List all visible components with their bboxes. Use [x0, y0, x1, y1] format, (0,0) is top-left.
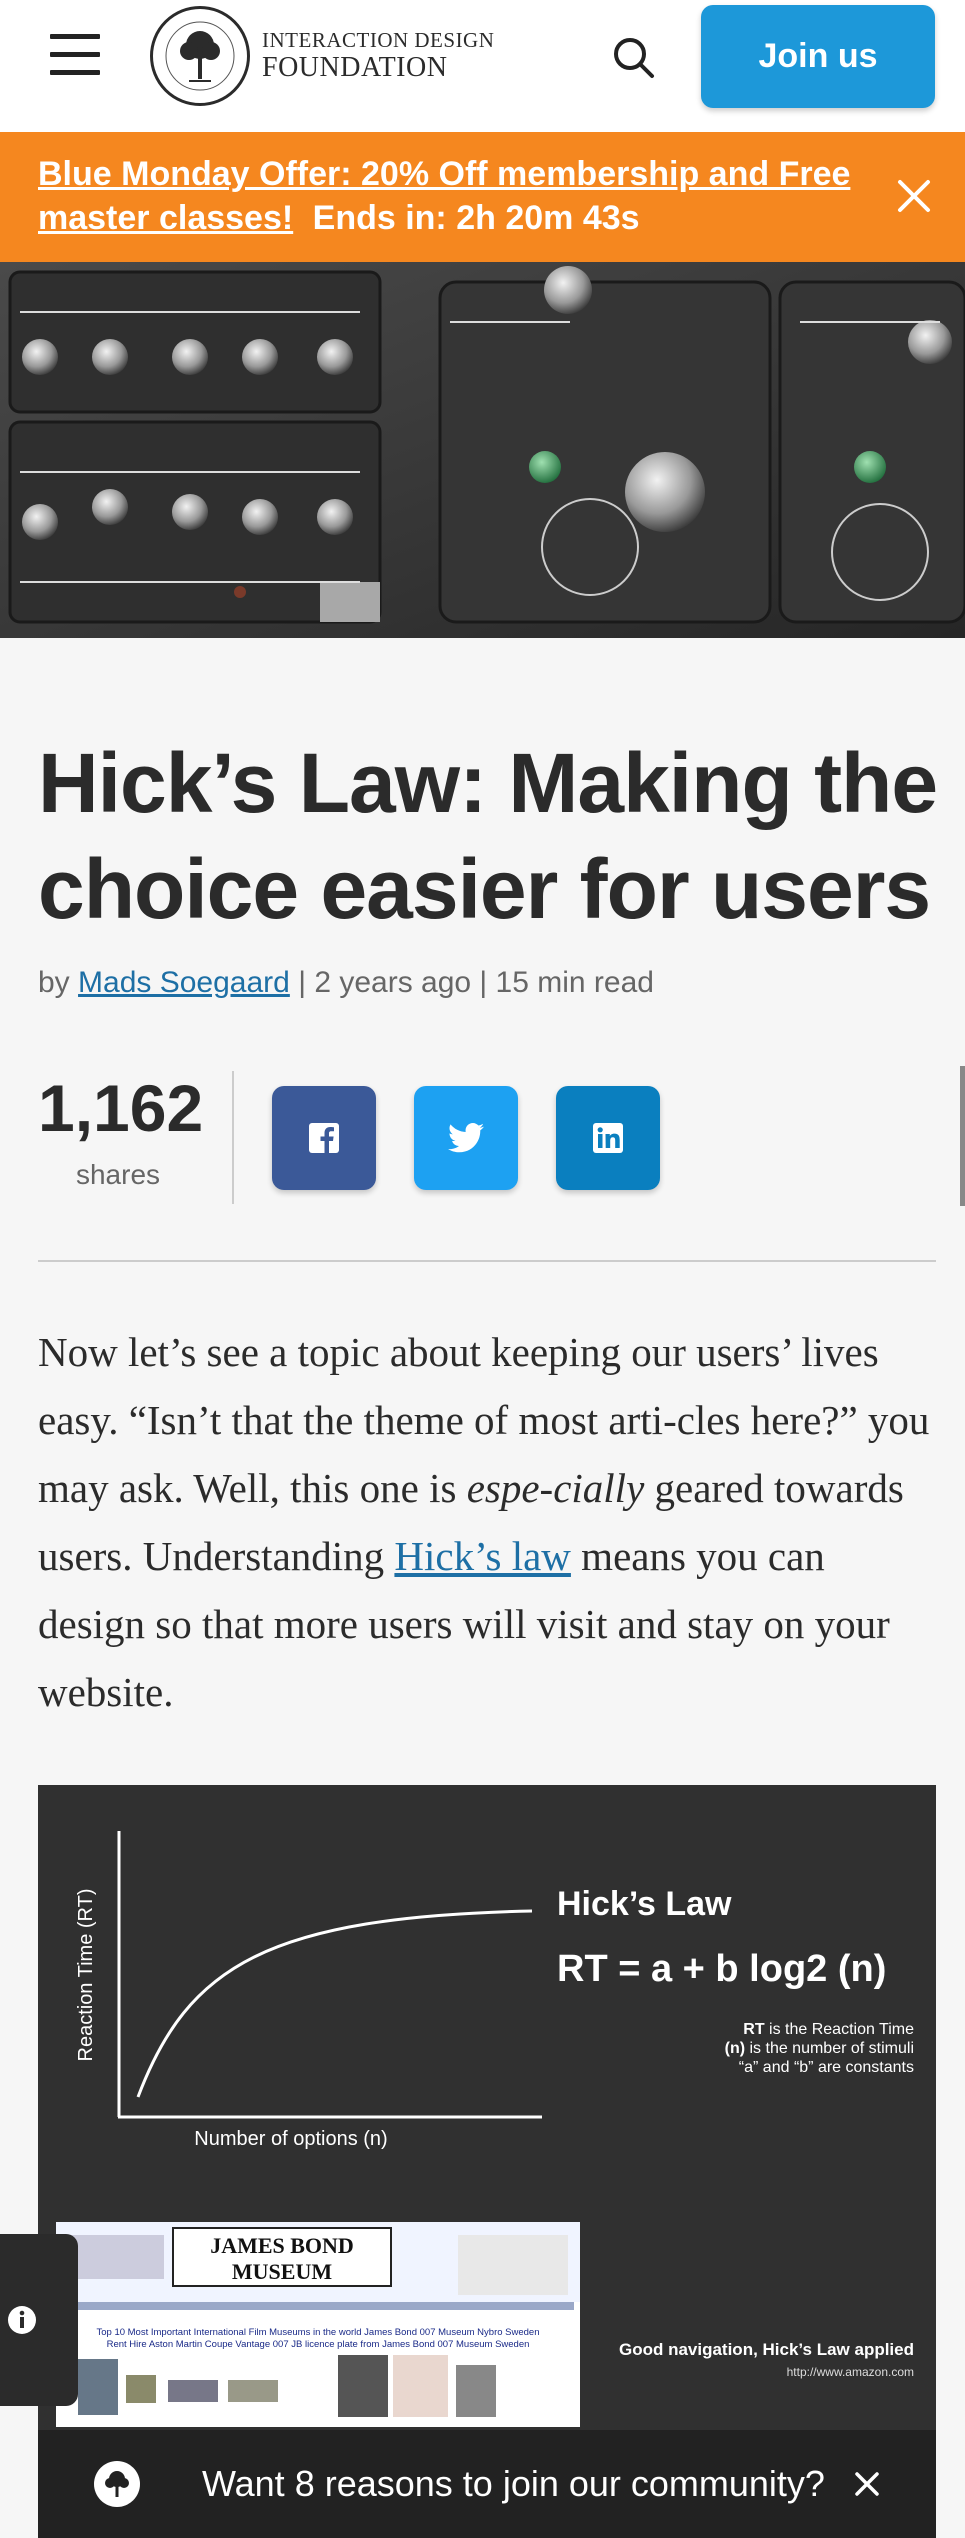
hero-image [0, 262, 965, 638]
close-icon[interactable] [854, 2471, 880, 2497]
graph-curve [136, 1909, 533, 2098]
site-header: INTERACTION DESIGN FOUNDATION Join us [0, 0, 965, 132]
hicks-law-link[interactable]: Hick’s law [394, 1533, 571, 1579]
legend-n: (n) [725, 2040, 745, 2057]
scroll-indicator [960, 1066, 965, 1206]
linkedin-icon [593, 1123, 623, 1153]
figure-caption: Good navigation, Hick’s Law applied [619, 2340, 914, 2359]
menu-icon[interactable] [50, 34, 100, 80]
facebook-icon [309, 1123, 339, 1153]
info-tab[interactable] [0, 2234, 78, 2406]
twitter-icon [448, 1123, 484, 1153]
close-icon[interactable] [896, 178, 932, 214]
promo-countdown: Ends in: 2h 20m 43s [312, 199, 640, 237]
hicks-law-figure: Reaction Time (RT) Number of options (n)… [38, 1785, 936, 2538]
logo[interactable]: INTERACTION DESIGN FOUNDATION [150, 6, 494, 106]
logo-line-1: INTERACTION DESIGN [262, 28, 495, 52]
museum-line-2: Rent Hire Aston Martin Coupe Vantage 007… [107, 2339, 530, 2350]
divider [38, 1260, 936, 1262]
figure-source: http://www.amazon.com [787, 2365, 914, 2379]
community-logo-icon [94, 2461, 140, 2507]
community-prompt-text: Want 8 reasons to join our community? [202, 2463, 825, 2504]
museum-title-1: JAMES BOND [210, 2233, 354, 2258]
legend-rt-text: is the Reaction Time [765, 2021, 915, 2038]
search-icon[interactable] [610, 34, 658, 82]
legend-rt: RT [743, 2021, 765, 2038]
museum-title-2: MUSEUM [232, 2259, 332, 2284]
legend-line-1: RT is the Reaction Time [743, 2021, 914, 2038]
law-formula: RT = a + b log2 (n) [557, 1948, 886, 1990]
twitter-share-button[interactable] [414, 1086, 518, 1190]
community-prompt-bar[interactable]: Want 8 reasons to join our community? [38, 2430, 936, 2538]
shares-number: 1,162 [38, 1071, 204, 1145]
legend-line-2: (n) is the number of stimuli [725, 2040, 914, 2057]
logo-line-2: FOUNDATION [262, 52, 448, 83]
share-count: 1,162 shares [38, 1071, 204, 1191]
byline-by: by [38, 966, 70, 999]
museum-line-1: Top 10 Most Important International Film… [96, 2327, 539, 2338]
museum-screenshot: JAMES BOND MUSEUM Top 10 Most Important … [56, 2222, 580, 2427]
article-title: Hick’s Law: Making the choice easier for… [38, 736, 938, 936]
promo-banner: Blue Monday Offer: 20% Off membership an… [0, 132, 965, 262]
promo-text: Blue Monday Offer: 20% Off membership an… [38, 152, 888, 240]
graph-y-axis-label: Reaction Time (RT) [75, 1888, 97, 2061]
intro-emphasis: espe-cially [466, 1465, 645, 1511]
logo-seal-icon [150, 6, 250, 106]
graph-x-axis-label: Number of options (n) [194, 2128, 387, 2150]
byline-meta: | 2 years ago | 15 min read [298, 966, 654, 999]
legend-n-text: is the number of stimuli [745, 2040, 914, 2057]
law-title: Hick’s Law [557, 1885, 732, 1923]
join-us-button[interactable]: Join us [701, 5, 935, 108]
share-divider [232, 1071, 234, 1204]
author-link[interactable]: Mads Soegaard [78, 966, 290, 999]
shares-label: shares [75, 1159, 161, 1190]
info-icon [8, 2306, 36, 2334]
legend-line-3: “a” and “b” are constants [739, 2059, 914, 2076]
facebook-share-button[interactable] [272, 1086, 376, 1190]
byline: by Mads Soegaard | 2 years ago | 15 min … [38, 966, 654, 1000]
linkedin-share-button[interactable] [556, 1086, 660, 1190]
article-intro: Now let’s see a topic about keeping our … [38, 1318, 938, 1726]
